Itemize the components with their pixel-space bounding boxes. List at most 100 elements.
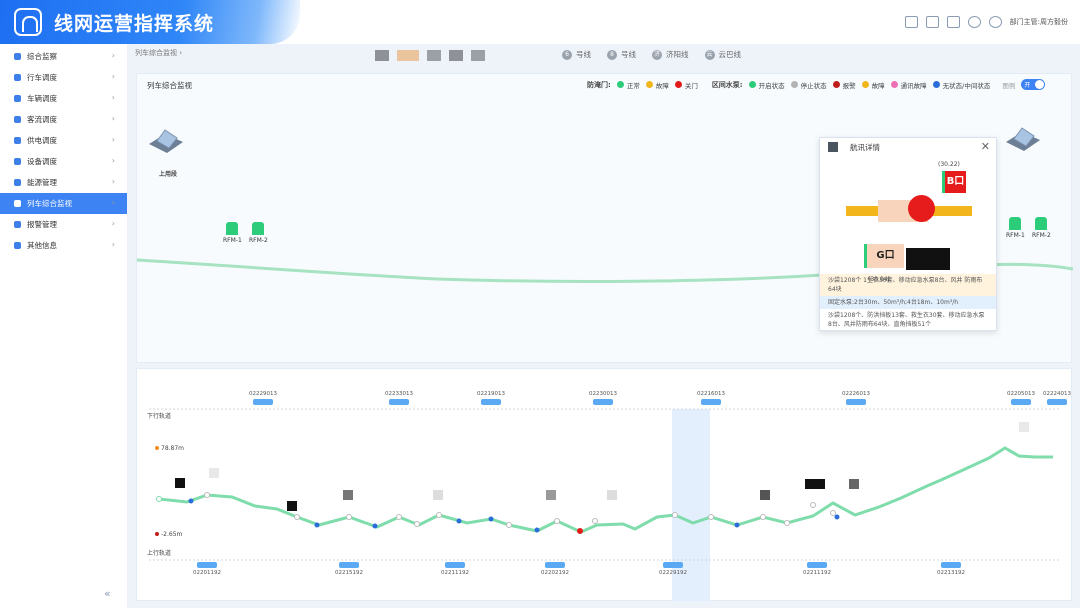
line-tabs: 6 号线 8 号线 济济阳线 云云巴线 [562,49,757,60]
train-id: 02201192 [193,570,221,576]
menu-icon [14,179,21,186]
sidebar-item-9[interactable]: 其他信息 › [0,235,127,256]
masked-items [375,50,493,61]
dashboard-icon[interactable] [904,16,918,28]
menu-icon [14,221,21,228]
masked-block [906,248,950,270]
sidebar-item-3[interactable]: 客流调度 › [0,109,127,130]
line-tab-3[interactable]: 云云巴线 [704,49,741,60]
train-id: 02211192 [441,570,469,576]
info-row-2: 固定水泵:2台30m、50m³/h;4台18m、10m³/h [820,296,996,309]
sidebar-item-6[interactable]: 能源管理 › [0,172,127,193]
chevron-right-icon: › [111,51,115,60]
train-down-2[interactable]: 02219013 [477,391,505,405]
train-icon [197,562,217,568]
sidebar-item-8[interactable]: 报警管理 › [0,214,127,235]
sidebar-item-2[interactable]: 车辆调度 › [0,88,127,109]
gate-b[interactable]: B口 [942,171,966,193]
alarm-marker[interactable] [908,195,935,222]
depot-station-icon[interactable] [145,126,187,156]
menu-icon [14,74,21,81]
chevron-right-icon: › [111,219,115,228]
sidebar-item-label: 供电调度 [27,136,57,145]
max-elevation-label: 78.87m [161,445,185,452]
menu-icon [14,116,21,123]
sidebar-item-5[interactable]: 设备调度 › [0,151,127,172]
sidebar-item-4[interactable]: 供电调度 › [0,130,127,151]
sidebar-item-0[interactable]: 综合监察 › [0,46,127,67]
train-icon [1047,399,1067,405]
chevron-right-icon: › [111,240,115,249]
train-up-5[interactable]: 02211192 [803,562,831,576]
train-up-0[interactable]: 02201192 [193,562,221,576]
train-up-6[interactable]: 02213192 [937,562,965,576]
close-icon[interactable]: ✕ [981,140,990,153]
sidebar-item-7[interactable]: 列车综合监视 › [0,193,127,214]
rfm-label: RFM-1 [1006,232,1025,239]
sidebar-item-1[interactable]: 行车调度 › [0,67,127,88]
sidebar-item-label: 能源管理 [27,178,57,187]
train-down-5[interactable]: 02226013 [842,391,870,405]
rfm-label: RFM-1 [223,237,242,244]
train-icon [545,562,565,568]
train-icon [593,399,613,405]
power-icon[interactable] [967,16,981,28]
train-id: 02233013 [385,391,413,397]
line-tab-2[interactable]: 济济阳线 [652,49,689,60]
train-up-1[interactable]: 02215192 [335,562,363,576]
sidebar-item-label: 行车调度 [27,73,57,82]
rfm-1-right[interactable]: RFM-1 [1006,217,1025,239]
screen-icon[interactable] [925,16,939,28]
train-down-7[interactable]: 02224013 [1043,391,1071,405]
station-diagram: (30.22) B口 G口 (30.04) [820,156,996,283]
rfm-2-right[interactable]: RFM-2 [1032,217,1051,239]
menu-icon [14,242,21,249]
train-up-3[interactable]: 02202192 [541,562,569,576]
train-down-4[interactable]: 02216013 [697,391,725,405]
app-header: 线网运营指挥系统 部门主管:周方毅份 [0,0,1080,44]
tool-icon[interactable] [946,16,960,28]
line-tab-1[interactable]: 8 号线 [607,49,636,60]
train-id: 02226013 [842,391,870,397]
chevron-right-icon: › [111,72,115,81]
rfm-icon [252,222,265,235]
train-id: 02213192 [937,570,965,576]
train-icon [846,399,866,405]
line-tab-label: 号线 [576,50,591,59]
line-icon: 8 [607,49,617,60]
menu-icon [14,53,21,60]
brand-area: 线网运营指挥系统 [0,0,300,44]
rfm-2-left[interactable]: RFM-2 [249,222,268,244]
train-down-0[interactable]: 02229013 [249,391,277,405]
train-icon [807,562,827,568]
user-avatar-icon[interactable] [988,16,1002,28]
chevron-right-icon: › [111,156,115,165]
train-down-6[interactable]: 02205013 [1007,391,1035,405]
train-up-2[interactable]: 02211192 [441,562,469,576]
app-title: 线网运营指挥系统 [54,13,215,35]
chevron-right-icon: › [111,198,115,207]
collapse-sidebar-icon[interactable]: « [104,587,111,600]
user-name[interactable]: 部门主管:周方毅份 [1010,17,1068,27]
gate-g[interactable]: G口 [864,244,904,268]
line-tab-label: 号线 [621,50,636,59]
train-icon [941,562,961,568]
station-right-icon[interactable] [1002,124,1044,154]
sidebar-item-label: 列车综合监视 [27,199,72,208]
sidebar-item-label: 车辆调度 [27,94,57,103]
train-down-3[interactable]: 02230013 [589,391,617,405]
sidebar-item-label: 其他信息 [27,241,57,250]
train-up-4[interactable]: 02229192 [659,562,687,576]
menu-icon [14,158,21,165]
detail-popup: 航讯详情 ✕ (30.22) B口 G口 (30.04) 沙袋1208个 1生衣… [819,137,997,331]
line-tab-0[interactable]: 6 号线 [562,49,591,60]
train-down-1[interactable]: 02233013 [385,391,413,405]
train-id: 02229192 [659,570,687,576]
train-icon [253,399,273,405]
popup-title: 航讯详情 [850,142,880,152]
rfm-1-left[interactable]: RFM-1 [223,222,242,244]
up-track-label: 上行轨道 [147,550,172,557]
breadcrumb[interactable]: 列车综合监视 › [135,48,182,58]
chevron-right-icon: › [111,177,115,186]
coord-top: (30.22) [938,161,960,168]
